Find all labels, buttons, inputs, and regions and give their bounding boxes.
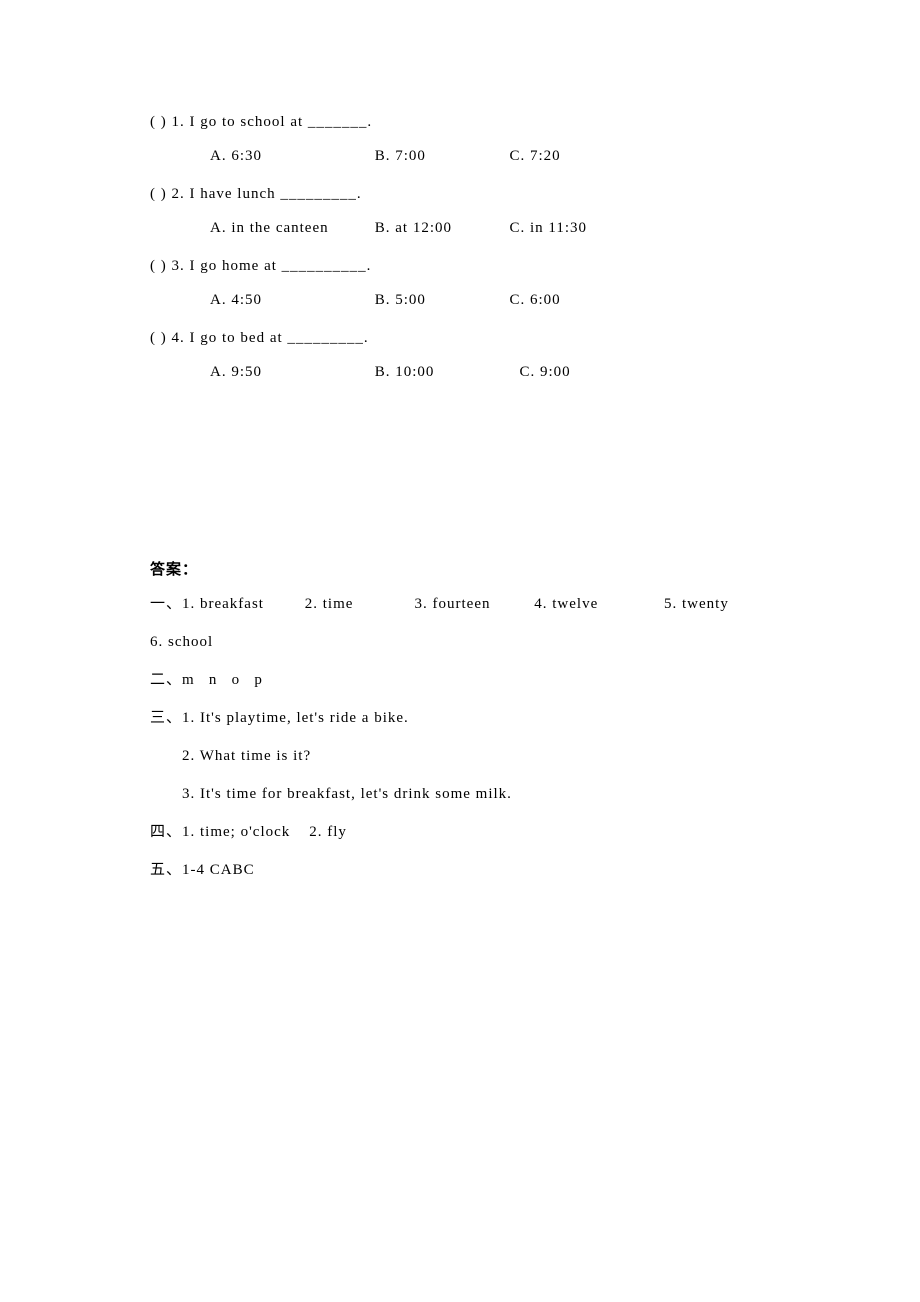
answer-1-1: 一、1. breakfast xyxy=(150,592,300,616)
option-c: C. 7:20 xyxy=(510,144,561,168)
question-2: ( ) 2. I have lunch _________. A. in the… xyxy=(150,182,770,240)
question-4: ( ) 4. I go to bed at _________. A. 9:50… xyxy=(150,326,770,384)
question-body: I go to bed at _________. xyxy=(190,330,369,346)
question-options: A. 4:50 B. 5:00 C. 6:00 xyxy=(150,288,770,312)
question-text: ( ) 4. I go to bed at _________. xyxy=(150,326,770,350)
answers-section: 答案： 一、1. breakfast 2. time 3. fourteen 4… xyxy=(150,558,770,882)
answer-line-2: 二、m n o p xyxy=(150,668,770,692)
option-c: C. 6:00 xyxy=(510,288,561,312)
option-b: B. 7:00 xyxy=(375,144,505,168)
answer-1-3: 3. fourteen xyxy=(415,592,530,616)
question-text: ( ) 2. I have lunch _________. xyxy=(150,182,770,206)
answer-1-4: 4. twelve xyxy=(534,592,659,616)
question-options: A. in the canteen B. at 12:00 C. in 11:3… xyxy=(150,216,770,240)
answer-line-5: 五、1-4 CABC xyxy=(150,858,770,882)
option-a: A. 9:50 xyxy=(210,360,370,384)
question-body: I go to school at _______. xyxy=(190,114,373,130)
question-text: ( ) 1. I go to school at _______. xyxy=(150,110,770,134)
answer-1-2: 2. time xyxy=(305,592,410,616)
answers-heading: 答案： xyxy=(150,558,770,582)
question-1: ( ) 1. I go to school at _______. A. 6:3… xyxy=(150,110,770,168)
spacer xyxy=(150,398,770,558)
question-options: A. 6:30 B. 7:00 C. 7:20 xyxy=(150,144,770,168)
option-a: A. 6:30 xyxy=(210,144,370,168)
answer-1-5: 5. twenty xyxy=(664,592,729,616)
option-c: C. 9:00 xyxy=(520,360,571,384)
question-3: ( ) 3. I go home at __________. A. 4:50 … xyxy=(150,254,770,312)
answer-line-3c: 3. It's time for breakfast, let's drink … xyxy=(150,782,770,806)
option-a: A. 4:50 xyxy=(210,288,370,312)
question-prefix: ( ) 2. xyxy=(150,186,190,202)
question-text: ( ) 3. I go home at __________. xyxy=(150,254,770,278)
answer-line-3b: 2. What time is it? xyxy=(150,744,770,768)
option-c: C. in 11:30 xyxy=(510,216,588,240)
question-body: I have lunch _________. xyxy=(190,186,362,202)
question-body: I go home at __________. xyxy=(190,258,372,274)
question-prefix: ( ) 4. xyxy=(150,330,190,346)
questions-section: ( ) 1. I go to school at _______. A. 6:3… xyxy=(150,110,770,384)
answer-line-3: 三、1. It's playtime, let's ride a bike. xyxy=(150,706,770,730)
question-prefix: ( ) 3. xyxy=(150,258,190,274)
option-a: A. in the canteen xyxy=(210,216,370,240)
option-b: B. 10:00 xyxy=(375,360,515,384)
answer-line-4: 四、1. time; o'clock 2. fly xyxy=(150,820,770,844)
option-b: B. 5:00 xyxy=(375,288,505,312)
question-prefix: ( ) 1. xyxy=(150,114,190,130)
question-options: A. 9:50 B. 10:00 C. 9:00 xyxy=(150,360,770,384)
answer-line-1b: 6. school xyxy=(150,630,770,654)
answer-line-1: 一、1. breakfast 2. time 3. fourteen 4. tw… xyxy=(150,592,770,616)
option-b: B. at 12:00 xyxy=(375,216,505,240)
